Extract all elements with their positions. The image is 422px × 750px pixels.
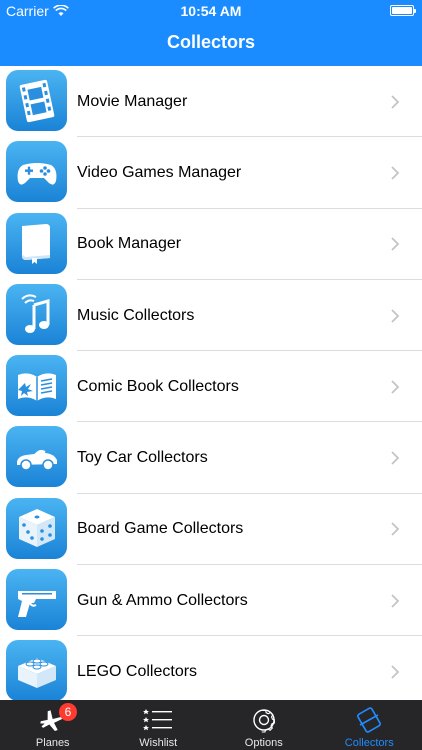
tab-options[interactable]: Options (211, 700, 317, 750)
star-list-icon (143, 709, 173, 731)
item-label: Video Games Manager (77, 163, 242, 181)
item-label: Movie Manager (77, 92, 188, 110)
comic-book-icon (6, 355, 67, 417)
item-label: Comic Book Collectors (77, 377, 239, 395)
item-label: Board Game Collectors (77, 520, 244, 538)
list-item-toy-car-collectors[interactable]: Toy Car Collectors (0, 422, 422, 495)
list-item-board-game-collectors[interactable]: Board Game Collectors (0, 494, 422, 566)
toy-car-icon (6, 426, 67, 488)
planes-badge: 6 (59, 703, 77, 721)
status-bar: Carrier 10:54 AM (0, 0, 422, 22)
chevron-right-icon (391, 166, 400, 180)
tab-wishlist[interactable]: Wishlist (106, 700, 212, 750)
list-item-book-manager[interactable]: Book Manager (0, 209, 422, 281)
collectors-list: Movie Manager Video Games Manager Book M… (0, 66, 422, 700)
collectors-icon (357, 707, 382, 733)
list-item-music-collectors[interactable]: Music Collectors (0, 280, 422, 352)
chevron-right-icon (391, 380, 400, 394)
tab-label: Wishlist (139, 737, 178, 749)
music-note-icon (6, 283, 67, 345)
chevron-right-icon (391, 665, 400, 679)
lego-brick-icon (6, 640, 67, 700)
item-label: Toy Car Collectors (77, 449, 208, 467)
pistol-icon (6, 569, 67, 631)
chevron-right-icon (391, 95, 400, 109)
gamepad-icon (6, 141, 67, 203)
page-title: Collectors (166, 32, 256, 52)
tab-collectors[interactable]: Collectors (317, 700, 422, 750)
list-item-gun-ammo-collectors[interactable]: Gun & Ammo Collectors (0, 565, 422, 637)
dice-icon (6, 497, 67, 559)
chevron-right-icon (391, 237, 400, 251)
book-icon (6, 212, 67, 274)
tab-label: Collectors (344, 737, 394, 749)
item-label: Music Collectors (77, 306, 195, 324)
list-item-movie-manager[interactable]: Movie Manager (0, 66, 422, 138)
chevron-right-icon (391, 451, 400, 465)
list-item-comic-book-collectors[interactable]: Comic Book Collectors (0, 351, 422, 423)
battery-icon (390, 5, 416, 16)
top-bar: Carrier 10:54 AM Collectors (0, 0, 422, 66)
chevron-right-icon (391, 594, 400, 608)
chevron-right-icon (391, 522, 400, 537)
chevron-right-icon (391, 308, 400, 323)
list-item-lego-collectors[interactable]: LEGO Collectors (0, 636, 422, 700)
item-label: Book Manager (77, 235, 182, 253)
gear-icon (253, 709, 275, 733)
tab-label: Planes (35, 737, 70, 749)
list-item-video-games-manager[interactable]: Video Games Manager (0, 137, 422, 209)
tab-planes[interactable]: 6 Planes (0, 700, 106, 750)
tab-bar: 6 Planes Wishlist Options Collectors (0, 700, 422, 750)
item-label: LEGO Collectors (77, 663, 198, 681)
clock: 10:54 AM (180, 3, 242, 19)
film-strip-icon (6, 70, 67, 131)
tab-label: Options (244, 737, 283, 749)
item-label: Gun & Ammo Collectors (77, 591, 248, 609)
